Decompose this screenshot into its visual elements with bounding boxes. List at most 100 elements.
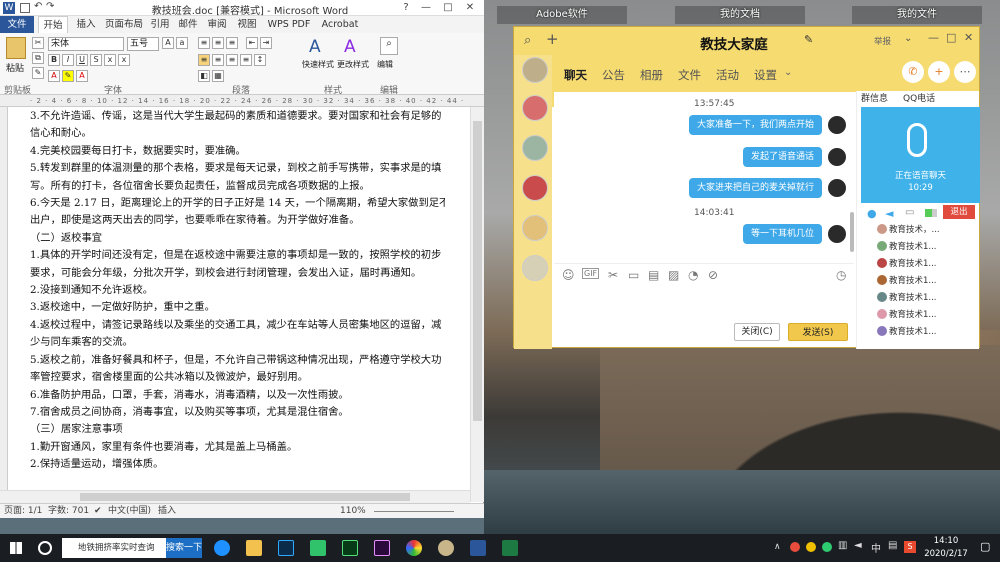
doc-icon[interactable]: ▤ <box>648 268 659 282</box>
paste-icon[interactable] <box>6 37 26 59</box>
member-item[interactable]: 教育技术1... <box>877 257 937 269</box>
qq-icon[interactable] <box>438 540 454 556</box>
edit-label[interactable]: 编辑 <box>377 59 393 70</box>
camera-icon[interactable]: ▭ <box>905 207 914 218</box>
subscript-icon[interactable]: x <box>104 54 116 66</box>
vertical-scrollbar[interactable] <box>470 107 484 502</box>
tab-insert[interactable]: 插入 <box>72 16 100 33</box>
tab-wps-pdf[interactable]: WPS PDF <box>264 16 314 33</box>
quick-style-label[interactable]: 快速样式 <box>302 59 334 70</box>
tab-acrobat[interactable]: Acrobat <box>318 16 362 33</box>
italic-icon[interactable]: I <box>62 54 74 66</box>
align-right-icon[interactable]: ≡ <box>226 54 238 66</box>
tab-files[interactable]: 文件 <box>678 67 701 83</box>
tab-file[interactable]: 文件 <box>0 16 34 33</box>
copy-icon[interactable]: ⧉ <box>32 52 44 64</box>
send-button[interactable]: 发送(S) <box>788 323 848 341</box>
search-button[interactable]: 搜索一下 <box>166 538 202 558</box>
shake-icon[interactable]: ◔ <box>688 268 698 282</box>
justify-icon[interactable]: ≡ <box>240 54 252 66</box>
member-item[interactable]: 教育技术1... <box>877 308 937 320</box>
clock-time[interactable]: 14:10 <box>920 536 972 546</box>
dreamweaver-icon[interactable] <box>342 540 358 556</box>
hscroll-thumb[interactable] <box>80 493 410 501</box>
bold-icon[interactable]: B <box>48 54 60 66</box>
image-icon[interactable]: ▨ <box>668 268 679 282</box>
message-bubble[interactable]: 大家进来把自己的麦关掉就行 <box>688 178 822 198</box>
emoji-icon[interactable]: ☺ <box>562 268 575 282</box>
vertical-ruler[interactable] <box>0 107 8 502</box>
tab-group-info[interactable]: 群信息 <box>861 91 888 104</box>
tray-app-icon[interactable] <box>790 542 800 552</box>
superscript-icon[interactable]: x <box>118 54 130 66</box>
avatar[interactable] <box>522 57 548 83</box>
media-player-icon[interactable] <box>310 540 326 556</box>
edge-icon[interactable] <box>214 540 230 556</box>
status-page[interactable]: 页面: 1/1 <box>4 504 42 518</box>
multilevel-icon[interactable]: ≡ <box>226 37 238 49</box>
status-mode[interactable]: 插入 <box>158 504 176 518</box>
avatar[interactable] <box>522 255 548 281</box>
shading-icon[interactable]: ◧ <box>198 70 210 82</box>
avatar[interactable] <box>828 116 846 134</box>
avatar[interactable] <box>522 135 548 161</box>
excel-icon[interactable] <box>502 540 518 556</box>
tray-expand-icon[interactable]: ∧ <box>774 542 781 552</box>
settings-dropdown-icon[interactable]: ⌄ <box>784 67 792 78</box>
minimize-button[interactable]: — <box>928 31 939 44</box>
file-explorer-icon[interactable] <box>246 540 262 556</box>
highlight-icon[interactable]: ✎ <box>62 70 74 82</box>
strikethrough-icon[interactable]: S <box>90 54 102 66</box>
borders-icon[interactable]: ▦ <box>212 70 224 82</box>
tab-chat[interactable]: 聊天 <box>564 67 587 83</box>
underline-icon[interactable]: U <box>76 54 88 66</box>
tab-layout[interactable]: 页面布局 <box>104 16 144 33</box>
status-words[interactable]: 字数: 701 <box>48 504 89 518</box>
member-item[interactable]: 教育技术1... <box>877 325 937 337</box>
avatar[interactable] <box>522 215 548 241</box>
increase-indent-icon[interactable]: ⇥ <box>260 37 272 49</box>
search-icon[interactable]: ⌕ <box>524 33 531 48</box>
tab-album[interactable]: 相册 <box>640 67 663 83</box>
document-body[interactable]: 3.不允许造谣、传谣，这是当代大学生最起码的素质和道德要求。要对国家和社会有足够… <box>30 108 445 502</box>
redo-icon[interactable]: ↷ <box>46 1 54 12</box>
avatar[interactable] <box>828 148 846 166</box>
gif-icon[interactable]: GIF <box>582 268 600 279</box>
screenshot-icon[interactable]: ✂ <box>608 268 618 282</box>
close-button[interactable]: ✕ <box>964 31 973 44</box>
font-size-select[interactable]: 五号 <box>127 37 159 51</box>
tab-mailings[interactable]: 邮件 <box>176 16 200 33</box>
tab-home[interactable]: 开始 <box>38 16 68 33</box>
zoom-level[interactable]: 110% <box>340 504 366 518</box>
message-bubble[interactable]: 等一下耳机几位 <box>742 224 822 244</box>
align-left-icon[interactable]: ≡ <box>198 54 210 66</box>
speaker-icon[interactable]: ◄ <box>885 207 893 220</box>
desktop-icon-adobe[interactable]: Adobe软件 <box>497 6 627 24</box>
tab-view[interactable]: 视图 <box>234 16 260 33</box>
font-color-icon[interactable]: A <box>76 70 88 82</box>
red-packet-icon[interactable]: ⊘ <box>708 268 718 282</box>
ime-indicator[interactable]: 中 <box>871 540 881 555</box>
chrome-icon[interactable] <box>406 540 422 556</box>
member-item[interactable]: 教育技术1... <box>877 291 937 303</box>
zoom-slider[interactable] <box>374 511 454 512</box>
line-spacing-icon[interactable]: ↕ <box>254 54 266 66</box>
cut-icon[interactable]: ✂ <box>32 37 44 49</box>
member-item[interactable]: 教育技术1... <box>877 274 937 286</box>
dropdown-icon[interactable]: ⌄ <box>904 33 912 44</box>
phone-icon[interactable]: ✆ <box>902 61 924 83</box>
save-icon[interactable] <box>20 3 30 13</box>
report-link[interactable]: 举报 <box>874 35 891 47</box>
status-language[interactable]: 中文(中国) <box>108 504 151 518</box>
grow-font-icon[interactable]: A <box>162 37 174 49</box>
avatar[interactable] <box>522 175 548 201</box>
tab-notice[interactable]: 公告 <box>602 67 625 83</box>
notification-icon[interactable]: ▢ <box>980 540 990 553</box>
close-button[interactable]: ✕ <box>462 1 478 15</box>
photoshop-icon[interactable] <box>278 540 294 556</box>
folder-icon[interactable]: ▭ <box>628 268 639 282</box>
member-item[interactable]: 教育技术1... <box>877 240 937 252</box>
tab-references[interactable]: 引用 <box>148 16 172 33</box>
message-bubble[interactable]: 大家准备一下，我们两点开始 <box>688 115 822 135</box>
close-chat-button[interactable]: 关闭(C) <box>734 323 780 341</box>
